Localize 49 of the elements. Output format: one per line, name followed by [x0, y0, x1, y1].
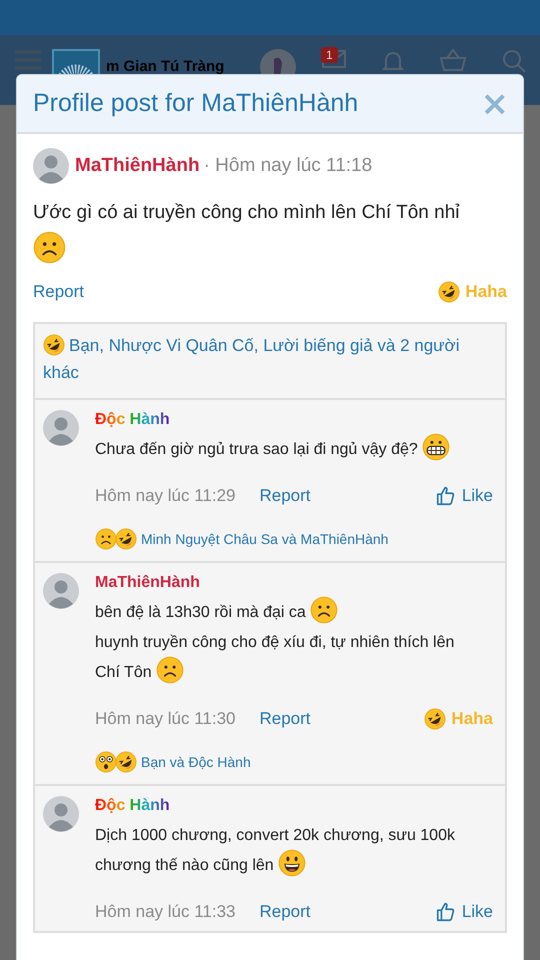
laughing-face-icon	[424, 708, 446, 730]
thumbs-up-icon	[434, 901, 457, 923]
avatar-icon	[43, 573, 79, 609]
author-name[interactable]: Độc Hành	[95, 797, 170, 815]
author-name[interactable]: Độc Hành	[95, 411, 170, 429]
author-name[interactable]: MaThiênHành	[75, 155, 200, 177]
avatar-icon	[43, 796, 79, 832]
message-text: chương thế nào cũng lên	[95, 857, 274, 874]
frowning-face-icon	[95, 528, 117, 550]
timestamp[interactable]: Hôm nay lúc 11:33	[95, 902, 236, 922]
reaction-summary[interactable]: Bạn và Độc Hành	[141, 754, 251, 770]
timestamp[interactable]: Hôm nay lúc 11:30	[95, 709, 236, 729]
mail-icon[interactable]	[322, 49, 346, 69]
message-text: Dịch 1000 chương, convert 20k chương, sưu 100k	[95, 827, 455, 844]
message-text: Chưa đến giờ ngủ trưa sao lại đi ngủ vậy đệ?	[95, 441, 418, 458]
notification-badge: 1	[321, 47, 338, 63]
search-icon[interactable]	[502, 49, 526, 73]
basket-icon[interactable]	[440, 49, 466, 71]
grimacing-face-icon	[422, 432, 450, 461]
report-link[interactable]: Report	[259, 486, 311, 506]
frowning-face-icon	[310, 596, 338, 624]
message-text: Chí Tôn	[95, 664, 152, 681]
report-link[interactable]: Report	[259, 709, 311, 729]
astonished-face-icon	[95, 751, 117, 773]
laughing-face-icon	[115, 528, 137, 550]
message-text: bên đệ là 13h30 rồi mà đại ca	[95, 604, 306, 621]
frowning-face-icon	[33, 231, 66, 264]
grinning-face-icon	[278, 848, 306, 877]
reaction-button[interactable]: Like	[434, 901, 493, 923]
reaction-summary[interactable]: Minh Nguyệt Châu Sa và MaThiênHành	[141, 531, 388, 547]
reaction-summary[interactable]: Bạn, Nhược Vi Quân Cố, Lười biếng giả và 2 người khác	[43, 332, 497, 386]
avatar-icon	[43, 410, 79, 446]
site-title[interactable]: m Gian Tú Tràng	[106, 59, 224, 75]
dialog-title: Profile post for MaThiênHành	[33, 89, 360, 118]
message-text: Ước gì có ai truyền công cho mình lên Chí Tôn nhỉ	[33, 202, 460, 223]
author-name[interactable]: MaThiênHành	[95, 574, 200, 592]
message-text: huynh truyền công cho đệ xíu đi, tự nhiên thích lên	[95, 634, 454, 651]
timestamp[interactable]: Hôm nay lúc 11:29	[95, 486, 236, 506]
report-link[interactable]: Report	[259, 902, 311, 922]
report-link[interactable]: Report	[33, 282, 84, 302]
laughing-face-icon	[43, 334, 65, 356]
reaction-button[interactable]: Like	[434, 485, 493, 507]
bell-icon[interactable]	[382, 49, 404, 73]
thumbs-up-icon	[434, 485, 457, 507]
laughing-face-icon	[115, 751, 137, 773]
frowning-face-icon	[156, 656, 184, 684]
avatar-icon	[33, 148, 69, 184]
laughing-face-icon	[438, 281, 460, 303]
timestamp[interactable]: · Hôm nay lúc 11:18	[204, 155, 372, 177]
